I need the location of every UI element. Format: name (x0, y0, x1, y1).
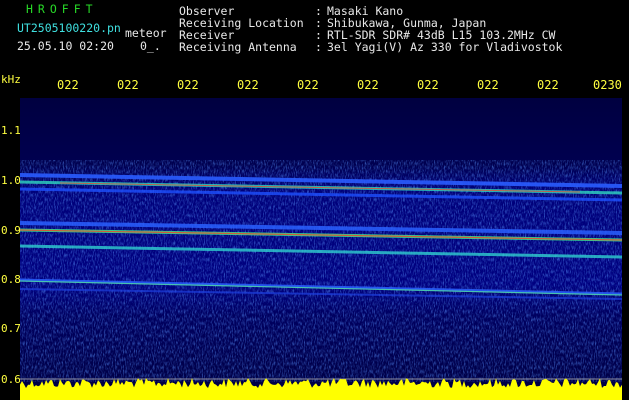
x-tick-label: 022 (177, 78, 199, 92)
info-colon: : (315, 40, 322, 54)
x-tick-label: 022 (417, 78, 439, 92)
y-tick-label: 0.6 (1, 373, 21, 386)
info-value-antenna: 3el Yagi(V) Az 330 for Vladivostok (327, 40, 563, 54)
x-tick-label: 022 (57, 78, 79, 92)
x-tick-label: 022 (357, 78, 379, 92)
info-label-antenna: Receiving Antenna (179, 40, 297, 54)
spectrogram (20, 98, 622, 400)
x-tick-label: 022 (117, 78, 139, 92)
meteor-count: 0_. (140, 39, 161, 53)
x-tick-label: 022 (297, 78, 319, 92)
y-axis-unit: kHz (1, 73, 21, 86)
datetime: 25.05.10 02:20 (17, 39, 114, 53)
filename: UT2505100220.pn (17, 21, 121, 35)
y-tick-label: 1.0 (1, 174, 21, 187)
y-tick-label: 0.9 (1, 224, 21, 237)
x-tick-label: 0230 (593, 78, 622, 92)
x-tick-label: 022 (537, 78, 559, 92)
x-tick-label: 022 (237, 78, 259, 92)
y-tick-label: 1.1 (1, 124, 21, 137)
x-tick-label: 022 (477, 78, 499, 92)
y-tick-label: 0.8 (1, 273, 21, 286)
y-tick-label: 0.7 (1, 322, 21, 335)
program-title: HROFFT (26, 2, 98, 16)
